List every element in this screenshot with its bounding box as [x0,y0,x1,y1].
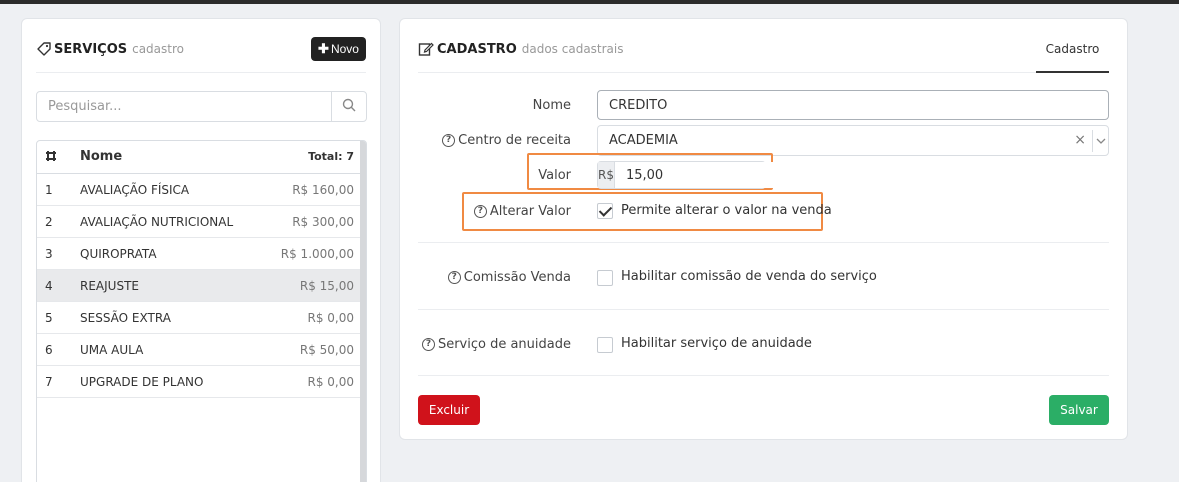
row-num: 1 [45,183,53,197]
table-scrollbar[interactable] [360,141,366,482]
table-row[interactable]: 7 UPGRADE DE PLANO R$ 0,00 [37,366,366,398]
services-title-text: SERVIÇOS [54,41,128,57]
valor-input[interactable] [614,162,796,188]
valor-input-group: R$ [597,161,796,189]
nome-label-text: Nome [532,97,571,113]
help-icon[interactable]: ? [421,337,435,351]
comissao-label-text: Comissão Venda [463,269,571,285]
chevron-down-icon[interactable] [1092,130,1108,152]
cadastro-panel: CADASTRO dados cadastrais Cadastro Nome … [399,18,1128,440]
row-price: R$ 300,00 [292,215,354,229]
row-num: 7 [45,375,53,389]
services-panel: SERVIÇOS cadastro ✚ Novo Nome Total: 7 1… [21,18,381,482]
anuidade-checkbox-label[interactable]: Habilitar serviço de anuidade [621,336,812,351]
row-num: 4 [45,279,53,293]
search-button[interactable] [331,92,366,121]
cadastro-header: CADASTRO dados cadastrais Cadastro [418,37,1109,73]
divider [418,309,1109,310]
currency-prefix: R$ [598,162,615,188]
row-price: R$ 1.000,00 [280,247,354,261]
anuidade-label-text: Serviço de anuidade [437,336,571,352]
clear-icon[interactable]: × [1074,132,1086,148]
row-price: R$ 50,00 [299,343,354,357]
delete-button[interactable]: Excluir [418,395,480,425]
nome-input[interactable] [597,90,1109,120]
help-icon[interactable]: ? [473,204,487,218]
centro-receita-label: ? Centro de receita [418,130,571,150]
new-service-button-label: Novo [330,42,359,56]
help-icon[interactable]: ? [442,133,456,147]
services-table: Nome Total: 7 1 AVALIAÇÃO FÍSICA R$ 160,00… [36,140,367,482]
top-bar [0,0,1179,4]
search-icon [342,98,356,116]
new-service-button[interactable]: ✚ Novo [311,37,366,61]
table-row[interactable]: 3 QUIROPRATA R$ 1.000,00 [37,238,366,270]
row-name: UMA AULA [80,343,144,357]
table-row[interactable]: 1 AVALIAÇÃO FÍSICA R$ 160,00 [37,174,366,206]
column-name-header: Nome [80,149,123,164]
row-num: 3 [45,247,53,261]
row-num: 5 [45,311,53,325]
alterar-valor-label-text: Alterar Valor [489,203,571,219]
puzzle-icon [45,150,57,166]
cadastro-subtitle: dados cadastrais [521,42,624,56]
help-icon[interactable]: ? [447,270,461,284]
row-name: UPGRADE DE PLANO [80,375,204,389]
centro-receita-label-text: Centro de receita [458,132,571,148]
centro-receita-value: ACADEMIA [609,133,678,148]
table-row[interactable]: 2 AVALIAÇÃO NUTRICIONAL R$ 300,00 [37,206,366,238]
divider [418,375,1109,376]
table-row[interactable]: 4 REAJUSTE R$ 15,00 [37,270,366,302]
tab-cadastro[interactable]: Cadastro [1036,37,1109,73]
search-box [36,91,367,122]
save-button[interactable]: Salvar [1049,395,1109,425]
cadastro-title-text: CADASTRO [437,41,517,57]
table-header: Nome Total: 7 [37,141,366,174]
row-name: AVALIAÇÃO NUTRICIONAL [80,215,234,229]
total-count: Total: 7 [308,150,354,163]
services-title: SERVIÇOS cadastro [36,41,184,57]
valor-label: Valor [418,165,571,185]
alterar-valor-checkbox[interactable] [597,203,613,219]
row-num: 6 [45,343,53,357]
comissao-checkbox[interactable] [597,270,613,286]
cadastro-title: CADASTRO dados cadastrais [418,41,624,57]
row-name: AVALIAÇÃO FÍSICA [80,183,190,197]
row-num: 2 [45,215,53,229]
centro-receita-select[interactable]: ACADEMIA × [597,125,1109,156]
nome-label: Nome [418,95,571,115]
services-header: SERVIÇOS cadastro ✚ Novo [36,37,366,73]
row-price: R$ 0,00 [307,311,354,325]
search-input[interactable] [37,92,331,121]
divider [418,242,1109,243]
tag-icon [36,41,52,57]
edit-icon [418,41,434,57]
row-name: QUIROPRATA [80,247,157,261]
row-price: R$ 15,00 [299,279,354,293]
table-row[interactable]: 5 SESSÃO EXTRA R$ 0,00 [37,302,366,334]
row-price: R$ 160,00 [292,183,354,197]
row-price: R$ 0,00 [307,375,354,389]
row-name: REAJUSTE [80,279,139,293]
comissao-label: ? Comissão Venda [418,267,571,287]
valor-label-text: Valor [538,167,571,183]
alterar-valor-label: ? Alterar Valor [418,201,571,221]
services-subtitle: cadastro [132,42,184,56]
comissao-checkbox-label[interactable]: Habilitar comissão de venda do serviço [621,269,877,284]
alterar-valor-checkbox-label[interactable]: Permite alterar o valor na venda [621,203,832,218]
table-row[interactable]: 6 UMA AULA R$ 50,00 [37,334,366,366]
plus-icon: ✚ [318,41,329,56]
anuidade-checkbox[interactable] [597,337,613,353]
anuidade-label: ? Serviço de anuidade [418,334,571,354]
row-name: SESSÃO EXTRA [80,311,171,325]
